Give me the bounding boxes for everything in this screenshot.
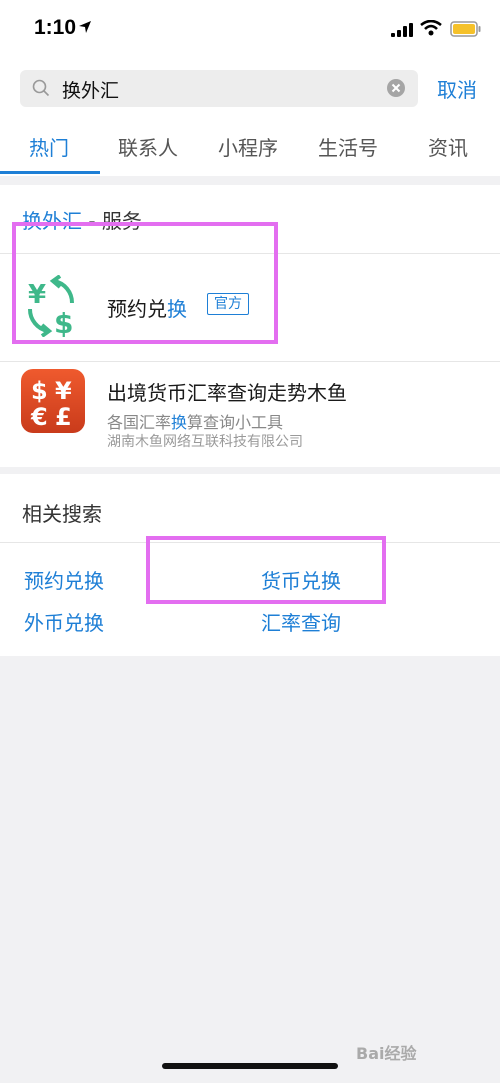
location-arrow-icon: [79, 21, 91, 33]
currency-symbols-icon: $ ¥ € £: [30, 377, 72, 431]
svg-text:$: $: [31, 377, 48, 405]
search-query: 换外汇: [62, 80, 120, 102]
svg-text:€: €: [30, 403, 48, 431]
annotation-highlight-box: [146, 536, 386, 604]
tab-contacts[interactable]: 联系人: [118, 132, 178, 161]
service-item-currency-rate-app[interactable]: $ ¥ € £ 出境货币汇率查询走势木鱼 各国汇率换算查询小工具 湖南木鱼网络互…: [0, 361, 500, 467]
currency-app-icon: $ ¥ € £: [21, 369, 85, 433]
tab-news[interactable]: 资讯: [428, 132, 468, 161]
battery-icon: [450, 21, 481, 37]
search-icon: [32, 79, 50, 97]
status-bar: 1:10: [0, 0, 500, 60]
tab-life-accounts[interactable]: 生活号: [318, 132, 378, 161]
app-subtitle-suffix: 算查询小工具: [187, 413, 284, 432]
app-title: 出境货币汇率查询走势木鱼: [107, 381, 347, 405]
search-input[interactable]: 换外汇: [20, 70, 418, 107]
related-link-reserve-exchange[interactable]: 预约兑换: [24, 565, 104, 594]
related-link-exchange-rate[interactable]: 汇率查询: [261, 607, 341, 636]
svg-text:£: £: [55, 403, 72, 431]
watermark: Bai经验: [356, 1044, 417, 1063]
tab-hot[interactable]: 热门: [29, 132, 69, 161]
active-tab-indicator: [0, 171, 100, 174]
search-tabs: 热门 联系人 小程序 生活号 资讯: [0, 120, 500, 176]
home-indicator[interactable]: [162, 1063, 338, 1069]
wifi-icon: [420, 20, 442, 36]
related-title: 相关搜索: [22, 502, 102, 526]
app-provider: 湖南木鱼网络互联科技有限公司: [107, 434, 303, 450]
app-subtitle-prefix: 各国汇率: [107, 413, 172, 432]
cellular-signal-icon: [391, 23, 413, 37]
tab-mini-programs[interactable]: 小程序: [218, 132, 278, 161]
related-link-foreign-exchange[interactable]: 外币兑换: [24, 607, 104, 636]
app-subtitle-keyword: 换: [171, 413, 188, 432]
cancel-button[interactable]: 取消: [437, 74, 477, 103]
app-subtitle: 各国汇率换算查询小工具: [107, 409, 283, 433]
clear-icon[interactable]: [386, 78, 406, 98]
search-area: 换外汇 取消: [0, 60, 500, 120]
status-time: 1:10: [34, 16, 77, 39]
svg-text:¥: ¥: [55, 377, 72, 405]
annotation-highlight-box: [12, 222, 278, 344]
